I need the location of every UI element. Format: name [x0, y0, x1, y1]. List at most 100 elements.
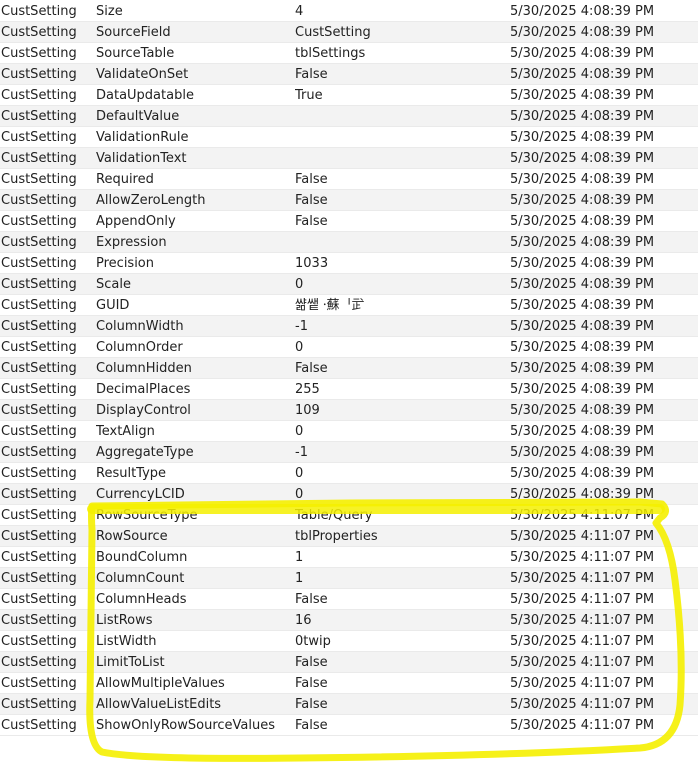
object-cell: CustSetting — [1, 172, 77, 187]
modified-cell: 5/30/2025 4:08:39 PM — [510, 382, 655, 397]
modified-cell: 5/30/2025 4:11:07 PM — [510, 571, 655, 586]
table-row[interactable]: CustSetting TextAlign 0 5/30/2025 4:08:39 P… — [0, 421, 698, 442]
property-cell: ListRows — [96, 613, 153, 628]
object-cell: CustSetting — [1, 298, 77, 313]
property-cell: Precision — [96, 256, 155, 271]
object-cell: CustSetting — [1, 592, 77, 607]
table-row[interactable]: CustSetting Scale 0 5/30/2025 4:08:39 PM — [0, 274, 698, 295]
table-row[interactable]: CustSetting ShowOnlyRowSourceValues False 5… — [0, 715, 698, 736]
table-row[interactable]: CustSetting DataUpdatable True 5/30/2025 4:… — [0, 85, 698, 106]
value-cell: False — [295, 67, 328, 82]
value-cell: 1 — [295, 571, 304, 586]
property-cell: ValidateOnSet — [96, 67, 189, 82]
table-row[interactable]: CustSetting DefaultValue 5/30/2025 4:08:39… — [0, 106, 698, 127]
object-cell: CustSetting — [1, 130, 77, 145]
value-cell: tblSettings — [295, 46, 366, 61]
modified-cell: 5/30/2025 4:08:39 PM — [510, 193, 655, 208]
table-row[interactable]: CustSetting ValidationText 5/30/2025 4:08:… — [0, 148, 698, 169]
table-row[interactable]: CustSetting ResultType 0 5/30/2025 4:08:39 … — [0, 463, 698, 484]
modified-cell: 5/30/2025 4:08:39 PM — [510, 214, 655, 229]
modified-cell: 5/30/2025 4:11:07 PM — [510, 592, 655, 607]
table-row[interactable]: CustSetting AppendOnly False 5/30/2025 4:08… — [0, 211, 698, 232]
property-cell: LimitToList — [96, 655, 165, 670]
value-cell: 109 — [295, 403, 320, 418]
property-cell: SourceField — [96, 25, 171, 40]
value-cell: 1 — [295, 550, 304, 565]
object-cell: CustSetting — [1, 676, 77, 691]
object-cell: CustSetting — [1, 634, 77, 649]
object-cell: CustSetting — [1, 508, 77, 523]
property-cell: GUID — [96, 298, 130, 313]
modified-cell: 5/30/2025 4:11:07 PM — [510, 550, 655, 565]
table-row[interactable]: CustSetting Expression 5/30/2025 4:08:39 P… — [0, 232, 698, 253]
modified-cell: 5/30/2025 4:08:39 PM — [510, 109, 655, 124]
table-row[interactable]: CustSetting Size 4 5/30/2025 4:08:39 PM — [0, 1, 698, 22]
property-cell: ListWidth — [96, 634, 157, 649]
modified-cell: 5/30/2025 4:11:07 PM — [510, 697, 655, 712]
table-row[interactable]: CustSetting RowSourceType Table/Query 5/30/… — [0, 505, 698, 526]
table-row[interactable]: CustSetting CurrencyLCID 0 5/30/2025 4:08:3… — [0, 484, 698, 505]
modified-cell: 5/30/2025 4:08:39 PM — [510, 235, 655, 250]
table-row[interactable]: CustSetting ColumnWidth -1 5/30/2025 4:08:3… — [0, 316, 698, 337]
table-row[interactable]: CustSetting SourceTable tblSettings 5/30/20… — [0, 43, 698, 64]
modified-cell: 5/30/2025 4:08:39 PM — [510, 88, 655, 103]
table-row[interactable]: CustSetting ColumnHidden False 5/30/2025 4:… — [0, 358, 698, 379]
modified-cell: 5/30/2025 4:08:39 PM — [510, 298, 655, 313]
modified-cell: 5/30/2025 4:08:39 PM — [510, 67, 655, 82]
property-cell: AllowZeroLength — [96, 193, 206, 208]
table-row[interactable]: CustSetting ValidationRule 5/30/2025 4:08:… — [0, 127, 698, 148]
value-cell: 0 — [295, 340, 304, 355]
object-cell: CustSetting — [1, 697, 77, 712]
table-row[interactable]: CustSetting AllowZeroLength False 5/30/2025… — [0, 190, 698, 211]
value-cell: 255 — [295, 382, 320, 397]
table-row[interactable]: CustSetting DisplayControl 109 5/30/2025 4:… — [0, 400, 698, 421]
value-cell: False — [295, 214, 328, 229]
object-cell: CustSetting — [1, 4, 77, 19]
modified-cell: 5/30/2025 4:08:39 PM — [510, 424, 655, 439]
object-cell: CustSetting — [1, 361, 77, 376]
value-cell: 0 — [295, 424, 304, 439]
property-cell: DefaultValue — [96, 109, 180, 124]
table-row[interactable]: CustSetting AllowMultipleValues False 5/30/… — [0, 673, 698, 694]
table-row[interactable]: CustSetting DecimalPlaces 255 5/30/2025 4:0… — [0, 379, 698, 400]
table-row[interactable]: CustSetting LimitToList False 5/30/2025 4:1… — [0, 652, 698, 673]
value-cell: 0 — [295, 277, 304, 292]
object-cell: CustSetting — [1, 277, 77, 292]
table-row[interactable]: CustSetting Required False 5/30/2025 4:08:3… — [0, 169, 698, 190]
object-cell: CustSetting — [1, 46, 77, 61]
table-row[interactable]: CustSetting Precision 1033 5/30/2025 4:08:3… — [0, 253, 698, 274]
object-cell: CustSetting — [1, 193, 77, 208]
value-cell: False — [295, 592, 328, 607]
property-cell: ColumnCount — [96, 571, 185, 586]
property-cell: CurrencyLCID — [96, 487, 185, 502]
modified-cell: 5/30/2025 4:08:39 PM — [510, 403, 655, 418]
value-cell: -1 — [295, 319, 308, 334]
table-row[interactable]: CustSetting ColumnCount 1 5/30/2025 4:11:07… — [0, 568, 698, 589]
table-row[interactable]: CustSetting GUID 쌺쌭 ⸱蘇ᅵ㱐 5/30/2025 4:08:39 … — [0, 295, 698, 316]
object-cell: CustSetting — [1, 382, 77, 397]
value-cell: True — [295, 88, 323, 103]
modified-cell: 5/30/2025 4:08:39 PM — [510, 487, 655, 502]
table-row[interactable]: CustSetting ListRows 16 5/30/2025 4:11:07 P… — [0, 610, 698, 631]
property-cell: ColumnOrder — [96, 340, 183, 355]
table-row[interactable]: CustSetting AggregateType -1 5/30/2025 4:08… — [0, 442, 698, 463]
value-cell: False — [295, 193, 328, 208]
property-cell: ResultType — [96, 466, 167, 481]
modified-cell: 5/30/2025 4:11:07 PM — [510, 529, 655, 544]
table-row[interactable]: CustSetting BoundColumn 1 5/30/2025 4:11:07… — [0, 547, 698, 568]
modified-cell: 5/30/2025 4:08:39 PM — [510, 445, 655, 460]
modified-cell: 5/30/2025 4:08:39 PM — [510, 361, 655, 376]
value-cell: 쌺쌭 ⸱蘇ᅵ㱐 — [295, 298, 365, 313]
property-cell: ColumnHidden — [96, 361, 192, 376]
table-row[interactable]: CustSetting RowSource tblProperties 5/30/20… — [0, 526, 698, 547]
property-cell: BoundColumn — [96, 550, 188, 565]
modified-cell: 5/30/2025 4:11:07 PM — [510, 655, 655, 670]
object-cell: CustSetting — [1, 340, 77, 355]
modified-cell: 5/30/2025 4:08:39 PM — [510, 25, 655, 40]
table-row[interactable]: CustSetting ListWidth 0twip 5/30/2025 4:11:… — [0, 631, 698, 652]
table-row[interactable]: CustSetting ValidateOnSet False 5/30/2025 4… — [0, 64, 698, 85]
table-row[interactable]: CustSetting ColumnHeads False 5/30/2025 4:1… — [0, 589, 698, 610]
table-row[interactable]: CustSetting SourceField CustSetting 5/30/20… — [0, 22, 698, 43]
table-row[interactable]: CustSetting ColumnOrder 0 5/30/2025 4:08:39… — [0, 337, 698, 358]
table-row[interactable]: CustSetting AllowValueListEdits False 5/30/… — [0, 694, 698, 715]
